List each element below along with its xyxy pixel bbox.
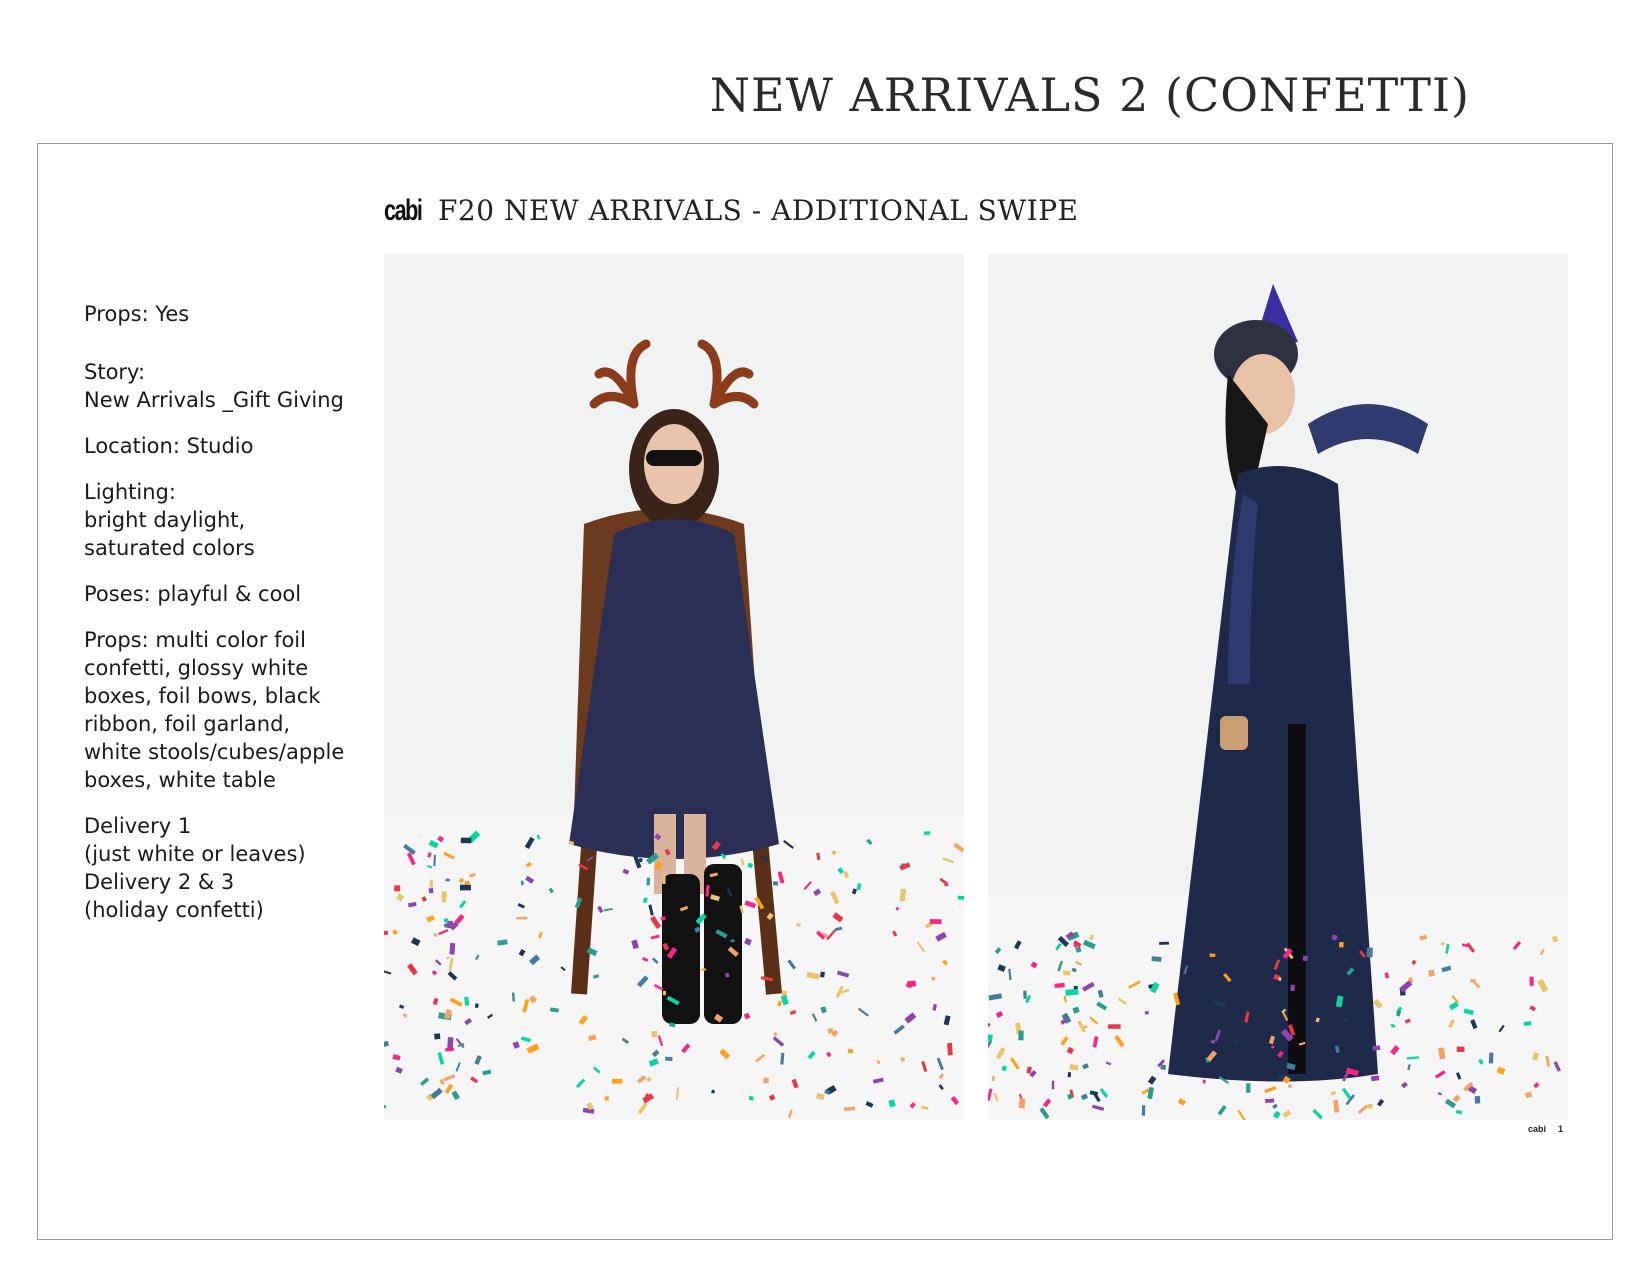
footer-brand: cabi	[1528, 1124, 1547, 1134]
confetti-piece	[827, 1028, 834, 1034]
slide-title: F20 NEW ARRIVALS - ADDITIONAL SWIPE	[438, 194, 1079, 227]
confetti-piece	[646, 877, 651, 886]
confetti-piece	[665, 1056, 673, 1061]
confetti-piece	[1141, 1105, 1146, 1116]
confetti-piece	[428, 888, 434, 894]
confetti-piece	[604, 1096, 609, 1101]
note-props-list: Props: multi color foil confetti, glossy…	[84, 628, 345, 792]
confetti-piece	[662, 874, 666, 884]
confetti-piece	[516, 916, 528, 920]
confetti-piece	[832, 851, 836, 855]
note-poses: Poses: playful & cool	[84, 582, 302, 606]
footer-page-number: 1	[1558, 1124, 1564, 1134]
confetti-piece	[1209, 953, 1216, 957]
confetti-piece	[434, 1033, 441, 1040]
confetti-piece	[1523, 1021, 1532, 1026]
confetti-piece	[843, 1106, 856, 1111]
photo-seated-model	[384, 254, 964, 1120]
confetti-piece	[847, 1048, 854, 1054]
confetti-piece	[384, 930, 388, 936]
confetti-piece	[711, 1089, 715, 1094]
confetti-piece	[1469, 979, 1476, 983]
confetti-piece	[1367, 1103, 1373, 1109]
photo-standing-model	[988, 254, 1568, 1120]
confetti-piece	[1246, 1083, 1251, 1093]
confetti-piece	[763, 1077, 769, 1084]
confetti-piece	[612, 1078, 623, 1084]
confetti-piece	[1144, 1011, 1149, 1015]
confetti-piece	[1302, 955, 1309, 962]
confetti-piece	[1265, 1098, 1275, 1104]
note-delivery: Delivery 1 (just white or leaves) Delive…	[84, 814, 306, 922]
photo-standing-model-illustration	[988, 254, 1568, 1120]
slide-header: cabi F20 NEW ARRIVALS - ADDITIONAL SWIPE	[384, 194, 1079, 228]
confetti-piece	[1023, 990, 1027, 999]
confetti-piece	[460, 837, 472, 844]
confetti-piece	[1278, 977, 1282, 981]
confetti-piece	[460, 884, 471, 891]
confetti-piece	[1018, 1030, 1024, 1041]
confetti-piece	[1290, 984, 1296, 992]
confetti-piece	[1051, 1080, 1055, 1090]
confetti-piece	[1202, 1079, 1206, 1084]
confetti-piece	[820, 971, 825, 978]
confetti-piece	[1428, 969, 1436, 977]
note-lighting: Lighting: bright daylight, saturated col…	[84, 480, 255, 560]
note-props-flag: Props: Yes	[84, 302, 190, 326]
confetti-piece	[1529, 976, 1534, 986]
confetti-piece	[1338, 941, 1344, 948]
confetti-piece	[393, 885, 401, 892]
confetti-piece	[662, 990, 666, 996]
confetti-piece	[1456, 1046, 1465, 1053]
confetti-piece	[449, 942, 456, 955]
brand-logo: cabi	[384, 194, 423, 227]
confetti-piece	[447, 920, 453, 929]
note-location: Location: Studio	[84, 434, 254, 458]
confetti-piece	[947, 1042, 953, 1056]
confetti-piece	[923, 831, 931, 835]
confetti-piece	[1151, 956, 1162, 962]
confetti-piece	[907, 980, 917, 987]
confetti-piece	[429, 879, 433, 888]
confetti-piece	[1474, 1095, 1481, 1104]
footer-mark: cabi 1	[1528, 1124, 1563, 1134]
confetti-piece	[1366, 947, 1373, 958]
confetti-piece	[957, 895, 964, 900]
shoot-notes: Props: Yes Story: New Arrivals _Gift Giv…	[84, 300, 354, 942]
confetti-piece	[1370, 1075, 1380, 1082]
confetti-piece	[1488, 1052, 1494, 1064]
confetti-piece	[1065, 988, 1079, 996]
confetti-piece	[441, 891, 447, 903]
photo-seated-model-illustration	[384, 254, 964, 1120]
confetti-piece	[992, 1075, 995, 1082]
confetti-piece	[772, 881, 779, 886]
confetti-piece	[474, 1003, 479, 1008]
confetti-piece	[988, 1034, 993, 1042]
confetti-piece	[1054, 982, 1065, 988]
confetti-piece	[520, 880, 524, 886]
note-story: Story: New Arrivals _Gift Giving	[84, 360, 344, 412]
page-title: NEW ARRIVALS 2 (CONFETTI)	[709, 68, 1470, 122]
confetti-piece	[1372, 1045, 1381, 1051]
confetti-piece	[929, 919, 942, 925]
confetti-piece	[1067, 1072, 1072, 1078]
confetti-piece	[1159, 941, 1170, 945]
confetti-piece	[796, 923, 801, 927]
confetti-piece	[1108, 1024, 1121, 1029]
confetti-piece	[651, 1031, 658, 1038]
